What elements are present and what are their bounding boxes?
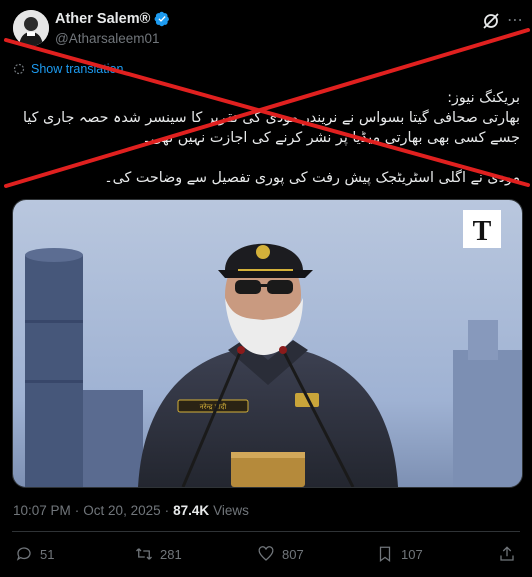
author-handle[interactable]: @Atharsaleem01: [55, 31, 160, 46]
watermark-logo: T: [473, 216, 492, 247]
views-label: Views: [213, 503, 249, 518]
name-tag-text: नरेन्द्र मोदी: [200, 402, 227, 411]
author-display-name[interactable]: Ather Salem®: [55, 11, 150, 27]
like-count: 807: [282, 546, 304, 562]
views-count: 87.4K: [173, 503, 210, 518]
repost-button[interactable]: 281: [135, 543, 182, 565]
avatar[interactable]: [13, 10, 49, 46]
show-translation-label[interactable]: Show translation: [31, 62, 123, 76]
tweet-line-3: جسے کسی بھی بھارتی میڈیا پر نشر کرنے کی …: [142, 130, 520, 146]
like-button[interactable]: 807: [257, 543, 304, 565]
tweet-line-1: بریکنگ نیوز:: [447, 90, 520, 106]
reply-count: 51: [40, 546, 55, 562]
tweet-meta: 10:07 PM · Oct 20, 2025 · 87.4K Views: [13, 503, 249, 518]
media-image[interactable]: नरेन्द्र मोदी T: [12, 199, 523, 488]
action-bar: 51 281 807 107: [0, 543, 532, 567]
reply-button[interactable]: 51: [15, 543, 54, 565]
bookmark-button[interactable]: 107: [376, 543, 423, 565]
translate-icon: [13, 63, 25, 75]
meta-separator-2: ·: [164, 503, 170, 518]
share-icon: [500, 546, 514, 561]
like-icon: [258, 546, 274, 561]
author-name[interactable]: Ather Salem®: [55, 11, 170, 27]
divider: [12, 531, 520, 532]
tweet-line-2: بھارتی صحافی گیتا بسواس نے نریندر مودی ک…: [22, 110, 520, 126]
verified-badge-icon: [154, 11, 170, 27]
bookmark-count: 107: [401, 546, 423, 562]
share-button[interactable]: [498, 543, 516, 565]
tweet-text: بریکنگ نیوز: بھارتی صحافی گیتا بسواس نے …: [20, 88, 520, 188]
reply-icon: [16, 547, 31, 561]
tweet-time[interactable]: 10:07 PM: [13, 503, 71, 518]
tweet-line-4: مودی نے اگلی اسٹریٹجک پیش رفت کی پوری تف…: [104, 170, 520, 186]
grok-icon[interactable]: [481, 11, 501, 31]
bookmark-icon: [379, 546, 391, 563]
more-icon[interactable]: ⋯: [505, 11, 525, 31]
meta-separator: ·: [74, 503, 80, 518]
show-translation-link[interactable]: Show translation: [13, 62, 123, 76]
tweet-date[interactable]: Oct 20, 2025: [83, 503, 160, 518]
repost-count: 281: [160, 546, 182, 562]
repost-icon: [136, 548, 152, 560]
